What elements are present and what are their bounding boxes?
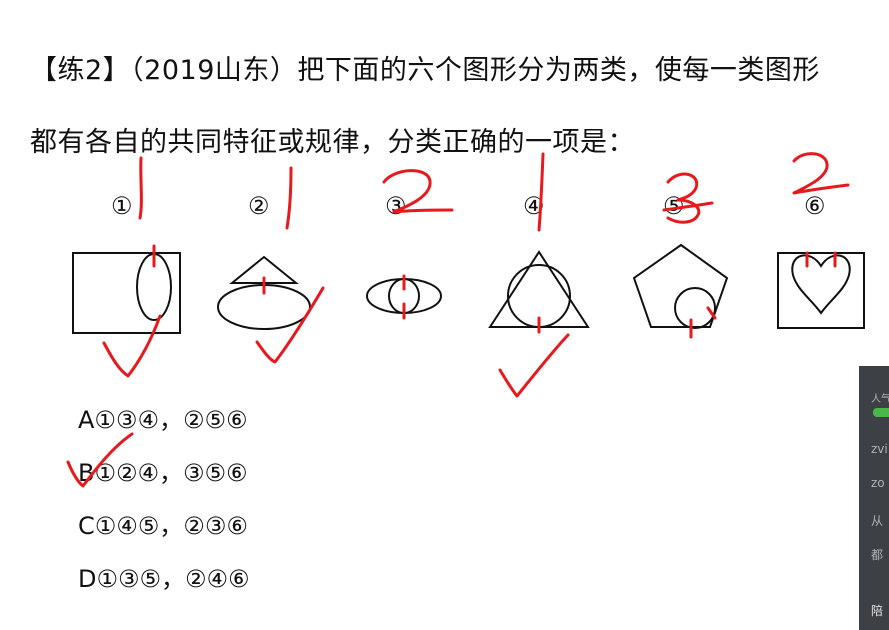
side-panel-item-popularity: 人气 — [871, 394, 889, 405]
figure-4-triangle-circle — [488, 250, 590, 328]
status-badge — [873, 408, 889, 417]
side-panel-item[interactable]: 陪 — [871, 602, 883, 619]
figure-5-circle — [674, 287, 716, 329]
option-b[interactable]: B①②④，③⑤⑥ — [78, 453, 248, 488]
figure-6-heart — [791, 254, 851, 315]
figure-1-rectangle — [72, 252, 181, 334]
side-panel[interactable]: 人气 zvi zo 从 都 陪 — [859, 366, 889, 630]
figure-1-ellipse — [136, 253, 172, 321]
figure-5-pentagon-circle — [632, 243, 729, 329]
side-panel-item[interactable]: 从 — [871, 512, 883, 529]
figure-2-triangle — [229, 255, 299, 284]
figure-3-outer-ellipse — [366, 278, 442, 314]
figure-6-square-heart — [777, 252, 865, 329]
figure-3-inner-ellipse — [388, 278, 420, 314]
side-panel-item[interactable]: 都 — [871, 546, 883, 563]
option-a[interactable]: A①③④，②⑤⑥ — [78, 400, 248, 435]
side-panel-item[interactable]: zvi — [871, 442, 888, 456]
figure-2-ellipse — [217, 284, 311, 330]
figure-2-triangle-ellipse — [217, 255, 311, 330]
option-c[interactable]: C①④⑤，②③⑥ — [78, 506, 248, 541]
side-panel-item[interactable]: zo — [871, 476, 885, 490]
figure-4-triangle — [488, 250, 590, 328]
figure-1-rect-ellipse — [72, 252, 181, 334]
figure-4-circle — [507, 264, 571, 328]
option-d[interactable]: D①③⑤，②④⑥ — [78, 559, 250, 594]
figure-3-ellipses — [366, 278, 442, 314]
